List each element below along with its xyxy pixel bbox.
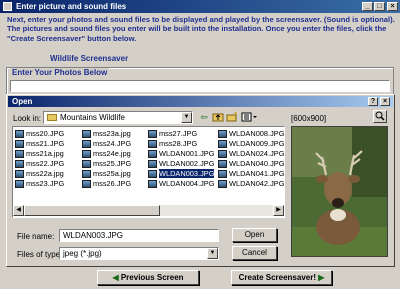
- image-preview: [291, 126, 388, 257]
- image-file-icon: [82, 130, 91, 138]
- view-menu-icon[interactable]: [241, 111, 259, 123]
- image-file-icon: [148, 160, 157, 168]
- dialog-close-button[interactable]: ×: [380, 97, 390, 106]
- dialog-title: Open: [12, 97, 33, 106]
- open-dialog: Open ? × Look in: Mountains Wildlife ▼ ⇦…: [6, 94, 395, 267]
- image-file-icon: [218, 150, 227, 158]
- file-item-selected[interactable]: WLDAN003.JPG: [148, 169, 215, 179]
- minimize-button[interactable]: _: [362, 2, 373, 11]
- file-item[interactable]: WLDAN008.JPG: [218, 129, 284, 139]
- folder-icon: [47, 114, 57, 121]
- file-column: mss20.JPG mss21.JPG mss21a.jpg mss22.JPG…: [15, 129, 64, 189]
- image-file-icon: [148, 130, 157, 138]
- look-in-value: Mountains Wildlife: [60, 113, 125, 122]
- horizontal-scrollbar[interactable]: ◀ ▶: [13, 205, 284, 216]
- file-item[interactable]: WLDAN002.JPG: [148, 159, 214, 169]
- file-name-input[interactable]: WLDAN003.JPG: [59, 229, 219, 242]
- maximize-button[interactable]: □: [374, 2, 385, 11]
- file-column: WLDAN008.JPG WLDAN009.JPG WLDAN024.JPG W…: [218, 129, 284, 189]
- image-file-icon: [148, 180, 157, 188]
- back-icon[interactable]: ⇦: [198, 111, 210, 123]
- image-file-icon: [218, 140, 227, 148]
- arrow-right-icon: ▶: [318, 273, 325, 282]
- file-item[interactable]: mss25.JPG: [82, 159, 131, 169]
- help-button[interactable]: ?: [368, 97, 378, 106]
- file-item[interactable]: mss25a.jpg: [82, 169, 131, 179]
- close-button[interactable]: ×: [387, 2, 398, 11]
- file-item[interactable]: WLDAN040.JPG: [218, 159, 284, 169]
- scroll-thumb[interactable]: [24, 205, 160, 216]
- screensaver-name: Wildlife Screensaver: [50, 54, 129, 63]
- file-name-label: File name:: [17, 232, 55, 241]
- image-file-icon: [218, 130, 227, 138]
- image-file-icon: [15, 140, 24, 148]
- previous-screen-button[interactable]: ◀ Previous Screen: [97, 270, 199, 285]
- arrow-left-icon: ◀: [112, 273, 119, 282]
- photos-group-label: Enter Your Photos Below: [10, 68, 110, 77]
- open-button[interactable]: Open: [232, 228, 277, 242]
- image-file-icon: [218, 180, 227, 188]
- app-icon: [3, 2, 12, 11]
- image-file-icon: [82, 150, 91, 158]
- image-file-icon: [15, 160, 24, 168]
- file-column: mss27.JPG mss28.JPG WLDAN001.JPG WLDAN00…: [148, 129, 215, 189]
- file-item[interactable]: WLDAN024.JPG: [218, 149, 284, 159]
- scroll-left-icon[interactable]: ◀: [13, 205, 24, 216]
- file-item[interactable]: mss27.JPG: [148, 129, 214, 139]
- image-file-icon: [82, 180, 91, 188]
- preview-toggle-button[interactable]: [373, 110, 387, 123]
- file-item[interactable]: mss21a.jpg: [15, 149, 64, 159]
- file-item[interactable]: mss26.JPG: [82, 179, 131, 189]
- image-file-icon: [82, 140, 91, 148]
- file-type-value: jpeg (*.jpg): [63, 249, 102, 258]
- file-item[interactable]: mss22a.jpg: [15, 169, 64, 179]
- preview-size: [600x900]: [291, 114, 327, 123]
- file-item[interactable]: WLDAN001.JPG: [148, 149, 214, 159]
- file-item[interactable]: mss22.JPG: [15, 159, 64, 169]
- scroll-right-icon[interactable]: ▶: [273, 205, 284, 216]
- image-file-icon: [218, 160, 227, 168]
- file-item[interactable]: mss28.JPG: [148, 139, 214, 149]
- up-folder-icon[interactable]: [212, 111, 224, 123]
- file-type-label: Files of type:: [17, 250, 63, 259]
- image-file-icon: [148, 170, 157, 178]
- look-in-select[interactable]: Mountains Wildlife ▼: [43, 111, 193, 124]
- new-folder-icon[interactable]: [226, 111, 238, 123]
- chevron-down-icon[interactable]: ▼: [181, 112, 192, 123]
- image-file-icon: [15, 170, 24, 178]
- file-item[interactable]: mss24.JPG: [82, 139, 131, 149]
- cancel-button[interactable]: Cancel: [232, 246, 277, 260]
- file-item[interactable]: mss23a.jpg: [82, 129, 131, 139]
- image-file-icon: [148, 150, 157, 158]
- image-file-icon: [82, 170, 91, 178]
- photos-input[interactable]: [10, 80, 390, 92]
- file-item[interactable]: WLDAN042.JPG: [218, 179, 284, 189]
- file-item[interactable]: mss20.JPG: [15, 129, 64, 139]
- file-item[interactable]: WLDAN004.JPG: [148, 179, 214, 189]
- image-file-icon: [82, 160, 91, 168]
- create-screensaver-button[interactable]: Create Screensaver! ▶: [231, 270, 332, 285]
- image-file-icon: [15, 180, 24, 188]
- image-file-icon: [148, 140, 157, 148]
- deer-photo: [292, 127, 387, 256]
- dialog-title-bar: Open ? ×: [8, 96, 393, 107]
- instructions-text: Next, enter your photos and sound files …: [7, 15, 395, 43]
- file-item[interactable]: mss23.JPG: [15, 179, 64, 189]
- file-item[interactable]: mss21.JPG: [15, 139, 64, 149]
- image-file-icon: [15, 130, 24, 138]
- image-file-icon: [15, 150, 24, 158]
- file-type-select[interactable]: jpeg (*.jpg) ▼: [59, 247, 219, 260]
- look-in-label: Look in:: [13, 114, 42, 123]
- window-title: Enter picture and sound files: [16, 2, 127, 11]
- chevron-down-icon[interactable]: ▼: [207, 248, 218, 259]
- window-title-bar: Enter picture and sound files _ □ ×: [0, 0, 400, 13]
- file-item[interactable]: WLDAN009.JPG: [218, 139, 284, 149]
- file-column: mss23a.jpg mss24.JPG mss24e.jpg mss25.JP…: [82, 129, 131, 189]
- file-item[interactable]: WLDAN041.JPG: [218, 169, 284, 179]
- image-file-icon: [218, 170, 227, 178]
- file-item[interactable]: mss24e.jpg: [82, 149, 131, 159]
